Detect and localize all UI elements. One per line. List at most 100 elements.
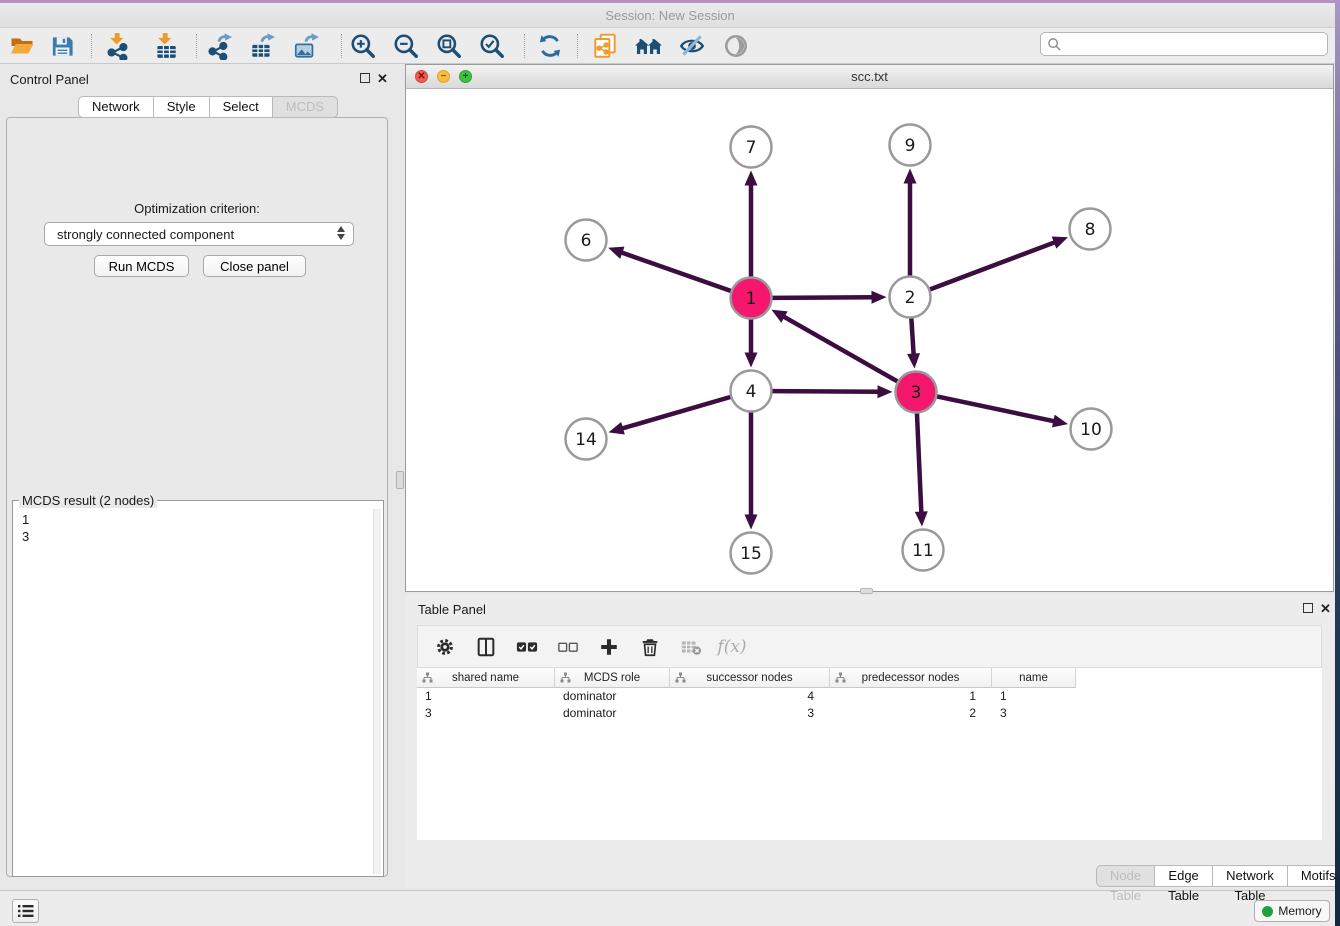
show-eye-icon: [722, 32, 750, 60]
table-cell[interactable]: 3: [670, 705, 830, 722]
table-cell[interactable]: 4: [670, 688, 830, 705]
graph-edge-3-11[interactable]: [917, 413, 921, 514]
zoom-in-icon: [349, 32, 377, 60]
zoom-fit-button[interactable]: [433, 31, 465, 61]
zoom-in-button[interactable]: [347, 31, 379, 61]
show-all-button[interactable]: [720, 31, 752, 61]
network-window-title: scc.txt: [406, 69, 1333, 84]
tab-network-table[interactable]: Network Table: [1212, 865, 1288, 887]
export-table-button[interactable]: [246, 31, 278, 61]
select-all-button[interactable]: [514, 634, 540, 660]
table-settings-button[interactable]: [432, 634, 458, 660]
memory-label: Memory: [1278, 904, 1321, 918]
delete-table-icon: [679, 636, 703, 658]
search-input[interactable]: [1062, 37, 1321, 51]
control-panel-title: Control Panel: [10, 72, 89, 87]
toolbar-separator: [577, 34, 578, 58]
table-cell[interactable]: 1: [992, 688, 1076, 705]
window-zoom-icon[interactable]: +: [459, 70, 472, 83]
table-cell[interactable]: dominator: [555, 688, 670, 705]
vertical-splitter-handle[interactable]: [396, 471, 404, 489]
table-cell[interactable]: 2: [830, 705, 992, 722]
float-table-panel-icon[interactable]: [1303, 603, 1313, 613]
clone-network-button[interactable]: [589, 31, 621, 61]
close-table-panel-icon[interactable]: ✕: [1320, 601, 1331, 617]
export-network-icon: [205, 32, 233, 60]
graph-edge-4-3[interactable]: [772, 391, 880, 392]
save-session-button[interactable]: [46, 31, 78, 61]
tab-mcds[interactable]: MCDS: [272, 96, 338, 118]
import-table-button[interactable]: [150, 31, 182, 61]
network-window-titlebar[interactable]: scc.txt ✕ − +: [406, 65, 1333, 89]
graph-edge-arrowhead: [1052, 237, 1068, 249]
table-panel-tabs: Node TableEdge TableNetwork TableMotifs: [1096, 865, 1340, 887]
search-field[interactable]: [1040, 32, 1328, 56]
result-line: 3: [22, 528, 373, 545]
table-cell[interactable]: 1: [417, 688, 555, 705]
column-header-successor-nodes[interactable]: successor nodes: [670, 668, 830, 688]
graph-edge-3-1[interactable]: [782, 316, 897, 382]
table-row[interactable]: 1dominator411: [417, 688, 1322, 705]
graph-edge-arrowhead: [904, 169, 917, 184]
hide-selected-button[interactable]: [676, 31, 708, 61]
table-cell[interactable]: 3: [417, 705, 555, 722]
graph-edge-4-14[interactable]: [620, 397, 730, 429]
tab-motifs[interactable]: Motifs: [1287, 865, 1340, 887]
tab-style[interactable]: Style: [153, 96, 210, 118]
graph-edge-1-2[interactable]: [772, 297, 874, 298]
graph-node-label-14: 14: [575, 430, 597, 450]
graph-edge-2-3[interactable]: [911, 318, 913, 356]
delete-column-button[interactable]: [637, 634, 663, 660]
column-header-shared-name[interactable]: shared name: [417, 668, 555, 688]
column-header-filler: [1076, 668, 1322, 688]
close-panel-icon[interactable]: ✕: [377, 71, 388, 87]
gear-icon: [434, 636, 456, 658]
graph-edge-3-10[interactable]: [937, 396, 1056, 421]
refresh-button[interactable]: [534, 31, 566, 61]
deselect-all-button[interactable]: [555, 634, 581, 660]
export-image-icon: [292, 32, 320, 60]
export-image-button[interactable]: [290, 31, 322, 61]
graph-edge-1-6[interactable]: [619, 252, 730, 291]
table-cell[interactable]: 3: [992, 705, 1076, 722]
horizontal-splitter-handle[interactable]: [860, 588, 873, 594]
import-network-button[interactable]: [102, 31, 134, 61]
network-graph-canvas[interactable]: 7968124314101511: [406, 89, 1333, 591]
delete-table-button[interactable]: [678, 634, 704, 660]
table-cell[interactable]: dominator: [555, 705, 670, 722]
task-history-button[interactable]: [12, 899, 39, 923]
zoom-selected-button[interactable]: [476, 31, 508, 61]
open-session-button[interactable]: [6, 31, 38, 61]
result-scrollbar[interactable]: [373, 509, 381, 874]
column-header-MCDS-role[interactable]: MCDS role: [555, 668, 670, 688]
window-minimize-icon[interactable]: −: [437, 70, 450, 83]
tab-edge-table[interactable]: Edge Table: [1154, 865, 1213, 887]
network-view-window: scc.txt ✕ − + 7968124314101511: [405, 64, 1334, 592]
tab-select[interactable]: Select: [209, 96, 273, 118]
graph-edge-arrowhead: [745, 171, 758, 186]
column-header-name[interactable]: name: [992, 668, 1076, 688]
control-panel: Control Panel ✕ NetworkStyleSelectMCDS O…: [0, 64, 394, 888]
zoom-out-button[interactable]: [390, 31, 422, 61]
column-layout-button[interactable]: [473, 634, 499, 660]
graph-node-label-7: 7: [746, 138, 757, 158]
table-row[interactable]: 3dominator323: [417, 705, 1322, 722]
table-cell[interactable]: 1: [830, 688, 992, 705]
graph-edge-2-8[interactable]: [930, 242, 1057, 290]
column-header-predecessor-nodes[interactable]: predecessor nodes: [830, 668, 992, 688]
run-mcds-button[interactable]: Run MCDS: [94, 255, 189, 277]
close-panel-button[interactable]: Close panel: [203, 255, 306, 277]
function-builder-button[interactable]: f(x): [719, 634, 745, 660]
import-network-icon: [104, 32, 132, 60]
tab-node-table[interactable]: Node Table: [1096, 865, 1155, 887]
export-network-button[interactable]: [203, 31, 235, 61]
tab-network[interactable]: Network: [78, 96, 154, 118]
float-panel-icon[interactable]: [360, 73, 370, 83]
mcds-result-text[interactable]: 13: [15, 509, 373, 874]
graph-node-label-15: 15: [740, 544, 762, 564]
save-icon: [50, 34, 75, 59]
criterion-dropdown[interactable]: strongly connected component: [44, 222, 354, 246]
window-close-icon[interactable]: ✕: [415, 70, 428, 83]
add-column-button[interactable]: [596, 634, 622, 660]
first-neighbors-button[interactable]: [633, 31, 665, 61]
